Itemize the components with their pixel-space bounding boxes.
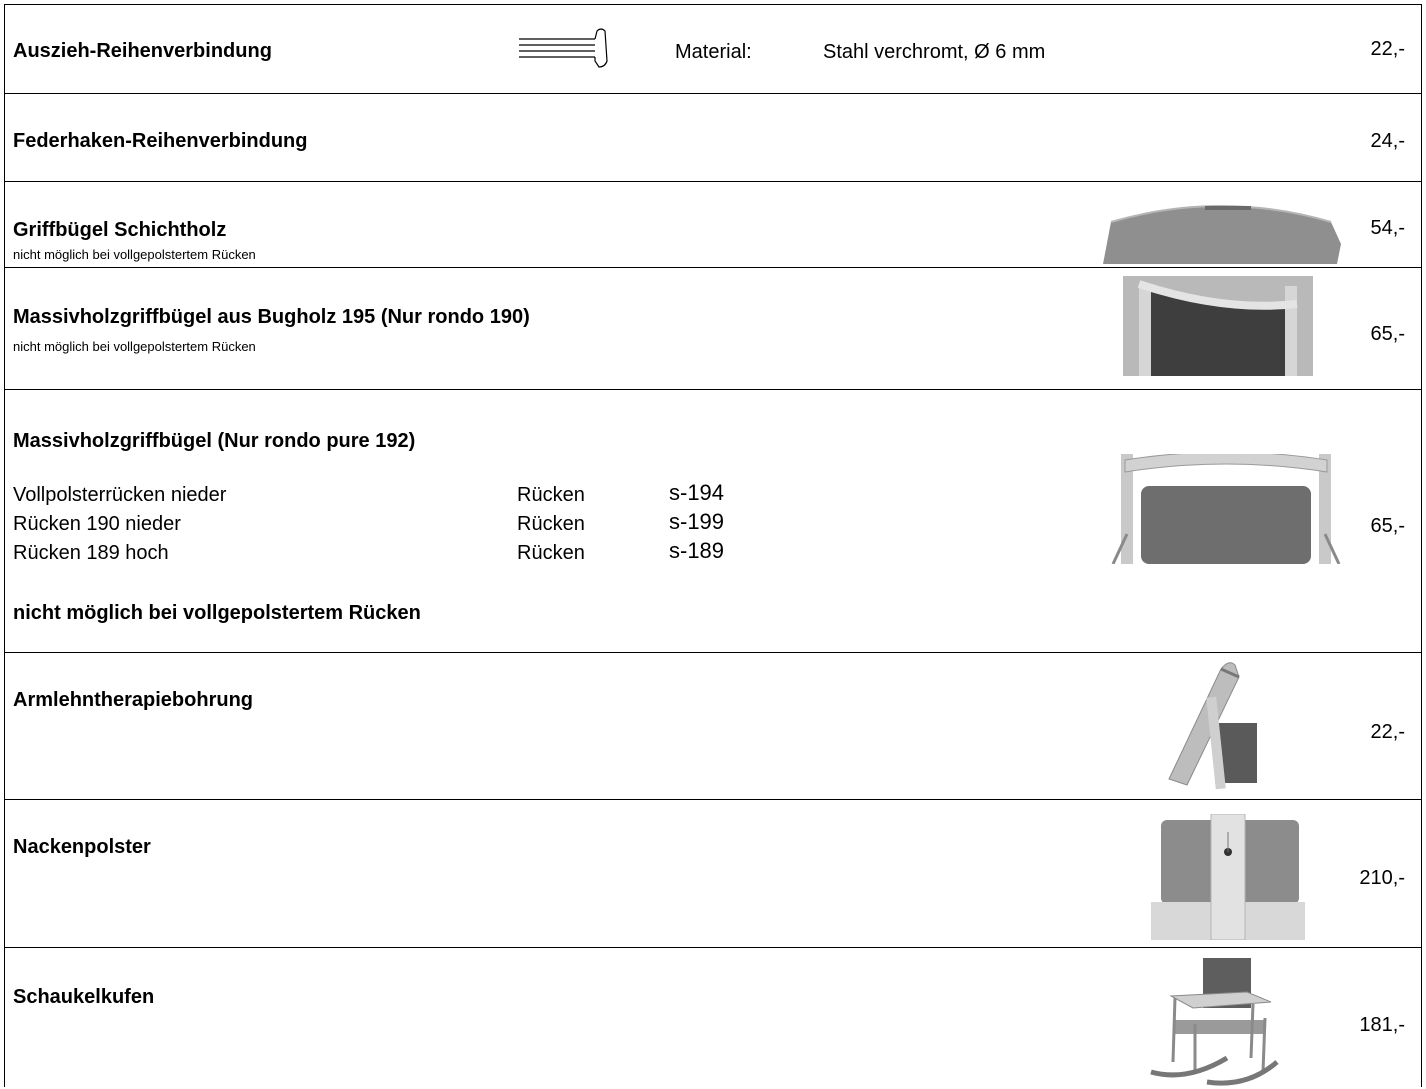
row-note: nicht möglich bei vollgepolstertem Rücke… xyxy=(13,247,256,262)
price: 54,- xyxy=(1370,217,1405,239)
row-title: Auszieh-Reihenverbindung xyxy=(13,40,272,62)
price: 22,- xyxy=(1370,721,1405,743)
row-bugholz: Massivholzgriffbügel aus Bugholz 195 (Nu… xyxy=(5,268,1421,390)
steel-pin-icon xyxy=(519,28,608,68)
item-name: Vollpolsterrücken nieder xyxy=(13,484,227,506)
price: 65,- xyxy=(1370,323,1405,345)
price: 65,- xyxy=(1370,515,1405,537)
row-title: Massivholzgriffbügel (Nur rondo pure 192… xyxy=(13,430,416,452)
row-schaukelkufen: Schaukelkufen 181,- xyxy=(5,948,1421,1088)
row-title: Griffbügel Schichtholz xyxy=(13,219,227,241)
material-label: Material: xyxy=(675,41,752,63)
price-list-table: Auszieh-Reihenverbindung Material: Stahl… xyxy=(4,4,1422,1087)
price: 181,- xyxy=(1359,1014,1405,1036)
row-federhaken: Federhaken-Reihenverbindung 24,- xyxy=(5,94,1421,182)
price: 22,- xyxy=(1370,38,1405,60)
row-title: Nackenpolster xyxy=(13,836,151,858)
row-griffbuegel-schichtholz: Griffbügel Schichtholz nicht möglich bei… xyxy=(5,182,1421,268)
rocking-chair-image xyxy=(1150,958,1279,1086)
row-title: Massivholzgriffbügel aus Bugholz 195 (Nu… xyxy=(13,306,530,328)
row-nackenpolster: Nackenpolster 210,- xyxy=(5,800,1421,948)
item-type: Rücken xyxy=(517,513,585,535)
row-pure-192: Massivholzgriffbügel (Nur rondo pure 192… xyxy=(5,390,1421,653)
row-title: Federhaken-Reihenverbindung xyxy=(13,130,308,152)
material-value: Stahl verchromt, Ø 6 mm xyxy=(823,41,1046,63)
item-name: Rücken 189 hoch xyxy=(13,542,169,564)
row-note: nicht möglich bei vollgepolstertem Rücke… xyxy=(13,339,256,354)
chair-back-handle-image xyxy=(1111,454,1341,564)
row-title: Schaukelkufen xyxy=(13,986,155,1008)
row-armlehn: Armlehntherapiebohrung 22,- xyxy=(5,653,1421,800)
item-code: s-199 xyxy=(669,509,725,534)
row-title: Armlehntherapiebohrung xyxy=(13,689,254,711)
item-type: Rücken xyxy=(517,484,585,506)
laminated-handle-bow-image xyxy=(1103,205,1341,264)
neck-cushion-image xyxy=(1151,814,1305,940)
bentwood-handle-bow-image xyxy=(1123,276,1313,376)
item-name: Rücken 190 nieder xyxy=(13,513,181,535)
item-code: s-194 xyxy=(669,480,725,505)
price: 210,- xyxy=(1359,867,1405,889)
item-code: s-189 xyxy=(669,538,725,563)
row-auszieh: Auszieh-Reihenverbindung Material: Stahl… xyxy=(5,5,1421,94)
row-note: nicht möglich bei vollgepolstertem Rücke… xyxy=(13,602,421,624)
price: 24,- xyxy=(1370,130,1405,152)
armrest-drilling-image xyxy=(1168,662,1257,790)
item-type: Rücken xyxy=(517,542,585,564)
